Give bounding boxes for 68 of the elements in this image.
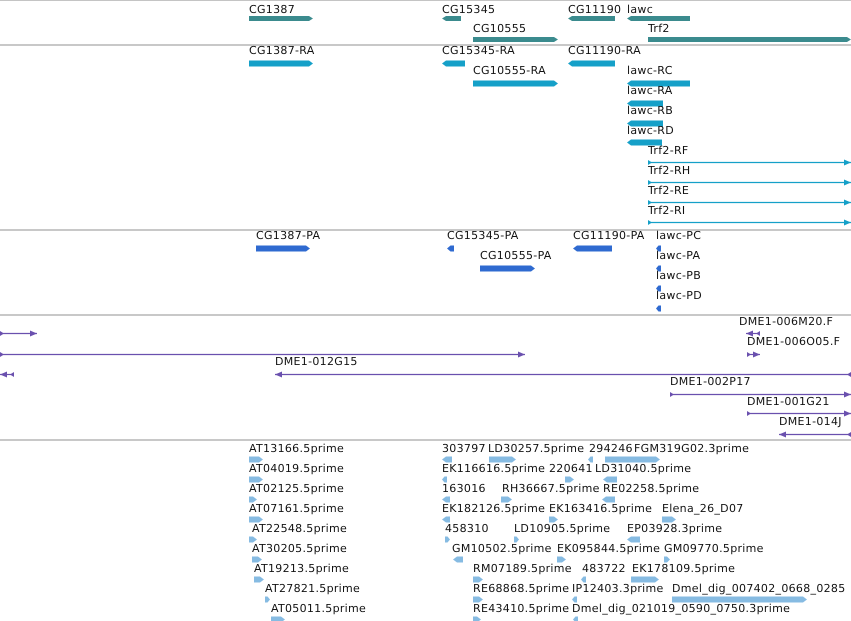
- protein-label: lawc-PC: [656, 229, 702, 242]
- est-label: LD10905.5prime: [514, 522, 610, 535]
- protein-label: lawc-PD: [656, 289, 702, 302]
- est-label: AT04019.5prime: [249, 462, 344, 475]
- transcript-label: lawc-RD: [627, 124, 674, 137]
- est-label: Dmel_dig_007402_0668_0285: [672, 582, 846, 595]
- clone-label: DME1-014J: [779, 415, 842, 428]
- transcript-label: CG1387-RA: [249, 44, 315, 57]
- est-label: FGM319G02.3prime: [634, 442, 750, 455]
- gene-label: Trf2: [648, 22, 670, 35]
- est-label: 483722: [582, 562, 626, 575]
- est-label: 163016: [442, 482, 486, 495]
- transcript-label: Trf2-RH: [648, 164, 690, 177]
- protein-label: lawc-PB: [656, 269, 702, 282]
- est-label: AT19213.5prime: [254, 562, 350, 575]
- gene-label: CG10555: [473, 22, 526, 35]
- clone-label: DME1-006M20.F: [739, 315, 834, 328]
- protein-label: CG11190-PA: [573, 229, 645, 242]
- est-label: RE68868.5prime: [473, 582, 570, 595]
- transcript-label: CG11190-RA: [568, 44, 641, 57]
- est-label: RE43410.5prime: [473, 602, 570, 615]
- est-label: Elena_26_D07: [662, 502, 744, 515]
- est-label: AT07161.5prime: [249, 502, 344, 515]
- clone-label: DME1-001G21: [747, 395, 830, 408]
- est-label: RH36667.5prime: [502, 482, 600, 495]
- transcript-label: CG15345-RA: [442, 44, 515, 57]
- clone-label: DME1-012G15: [275, 355, 358, 368]
- clone-label: DME1-006O05.F: [747, 335, 840, 348]
- est-label: EK163416.5prime: [549, 502, 652, 515]
- est-label: LD31040.5prime: [595, 462, 692, 475]
- est-label: AT05011.5prime: [271, 602, 366, 615]
- est-label: IP12403.3prime: [572, 582, 664, 595]
- est-label: GM09770.5prime: [664, 542, 764, 555]
- protein-label: CG10555-PA: [480, 249, 552, 262]
- transcript-label: Trf2-RI: [648, 204, 686, 217]
- transcript-label: lawc-RB: [627, 104, 674, 117]
- est-label: RM07189.5prime: [473, 562, 572, 575]
- est-label: AT27821.5prime: [265, 582, 360, 595]
- est-label: LD30257.5prime: [488, 442, 584, 455]
- est-label: 220641: [549, 462, 593, 475]
- est-label: AT02125.5prime: [249, 482, 344, 495]
- gene-label: CG1387: [249, 3, 295, 16]
- est-label: AT30205.5prime: [252, 542, 348, 555]
- protein-label: CG15345-PA: [447, 229, 519, 242]
- transcript-label: Trf2-RF: [648, 144, 689, 157]
- est-label: RE02258.5prime: [603, 482, 700, 495]
- clone-label: DME1-002P17: [670, 375, 751, 388]
- gene-label: CG11190: [568, 3, 622, 16]
- est-label: 303797: [442, 442, 486, 455]
- est-label: EK178109.5prime: [632, 562, 736, 575]
- transcript-label: Trf2-RE: [648, 184, 690, 197]
- est-label: Dmel_dig_021019_0590_0750.3prime: [572, 602, 790, 615]
- transcript-label: lawc-RC: [627, 64, 673, 77]
- est-label: AT22548.5prime: [252, 522, 348, 535]
- est-label: EK116616.5prime: [442, 462, 546, 475]
- est-label: GM10502.5prime: [452, 542, 552, 555]
- gene-label: CG15345: [442, 3, 496, 16]
- gene-label: lawc: [627, 3, 654, 16]
- transcript-label: lawc-RA: [627, 84, 673, 97]
- est-label: 294246: [589, 442, 633, 455]
- transcript-label: CG10555-RA: [473, 64, 546, 77]
- protein-label: lawc-PA: [656, 249, 700, 262]
- est-label: EP03928.3prime: [627, 522, 722, 535]
- est-label: AT13166.5prime: [249, 442, 344, 455]
- est-label: EK095844.5prime: [557, 542, 660, 555]
- protein-label: CG1387-PA: [256, 229, 320, 242]
- est-label: EK182126.5prime: [442, 502, 546, 515]
- est-label: 458310: [445, 522, 489, 535]
